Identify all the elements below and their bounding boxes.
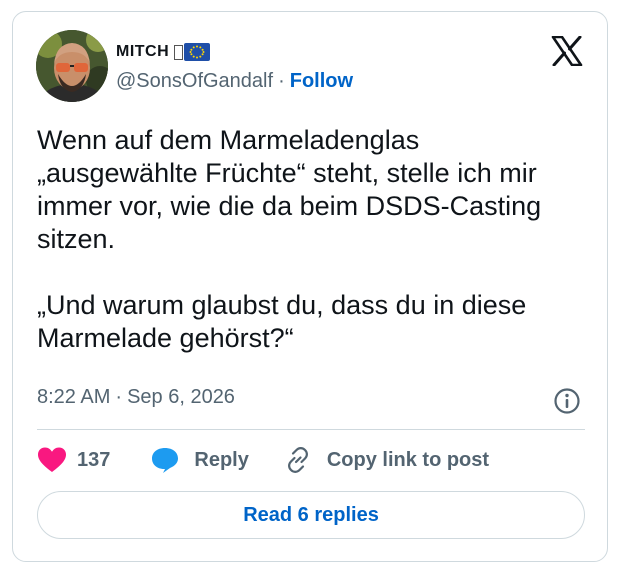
handle-separator: ·: [278, 70, 285, 92]
tweet-paragraph: „Und warum glaubst du, dass du in diese …: [37, 290, 527, 353]
copy-link-label: Copy link to post: [326, 448, 490, 471]
info-icon[interactable]: [553, 387, 581, 415]
pin-glyph-icon: [174, 44, 184, 60]
author-name-row: MITCH: [116, 40, 211, 64]
date-separator: ·: [115, 386, 123, 408]
link-icon: [287, 447, 308, 473]
x-logo-icon[interactable]: [551, 36, 583, 66]
like-button[interactable]: 137: [37, 446, 110, 474]
tweet-text: Wenn auf dem Marmeladenglas „ausgewählte…: [37, 124, 577, 355]
read-replies-button[interactable]: Read 6 replies: [37, 491, 585, 539]
author-handle[interactable]: @SonsOfGandalf: [116, 70, 273, 93]
avatar[interactable]: [36, 30, 108, 102]
like-count: 137: [77, 448, 111, 471]
tweet-time-link[interactable]: 8:22 AM: [37, 386, 110, 409]
reply-button[interactable]: Reply: [150, 446, 249, 474]
display-name[interactable]: MITCH: [116, 43, 169, 61]
copy-link-button[interactable]: Copy link to post: [283, 446, 489, 474]
tweet-date-link[interactable]: Sep 6, 2026: [127, 386, 235, 409]
eu-flag-icon: [184, 43, 211, 61]
tweet-paragraph: Wenn auf dem Marmeladenglas „ausgewählte…: [37, 125, 542, 254]
tweet-card: MITCH @SonsOfGandalf · Follow Wenn auf d…: [12, 11, 608, 562]
timestamp-row: 8:22 AM · Sep 6, 2026: [37, 386, 235, 409]
action-bar: 137 Reply Copy link to post: [37, 444, 489, 476]
handle-row: @SonsOfGandalf · Follow: [116, 70, 353, 93]
divider: [37, 429, 585, 430]
follow-button[interactable]: Follow: [290, 70, 353, 93]
reply-label: Reply: [194, 448, 249, 471]
speech-bubble-icon: [152, 448, 179, 473]
heart-icon: [38, 447, 66, 472]
avatar-image: [36, 30, 108, 102]
read-replies-label: Read 6 replies: [243, 503, 379, 526]
